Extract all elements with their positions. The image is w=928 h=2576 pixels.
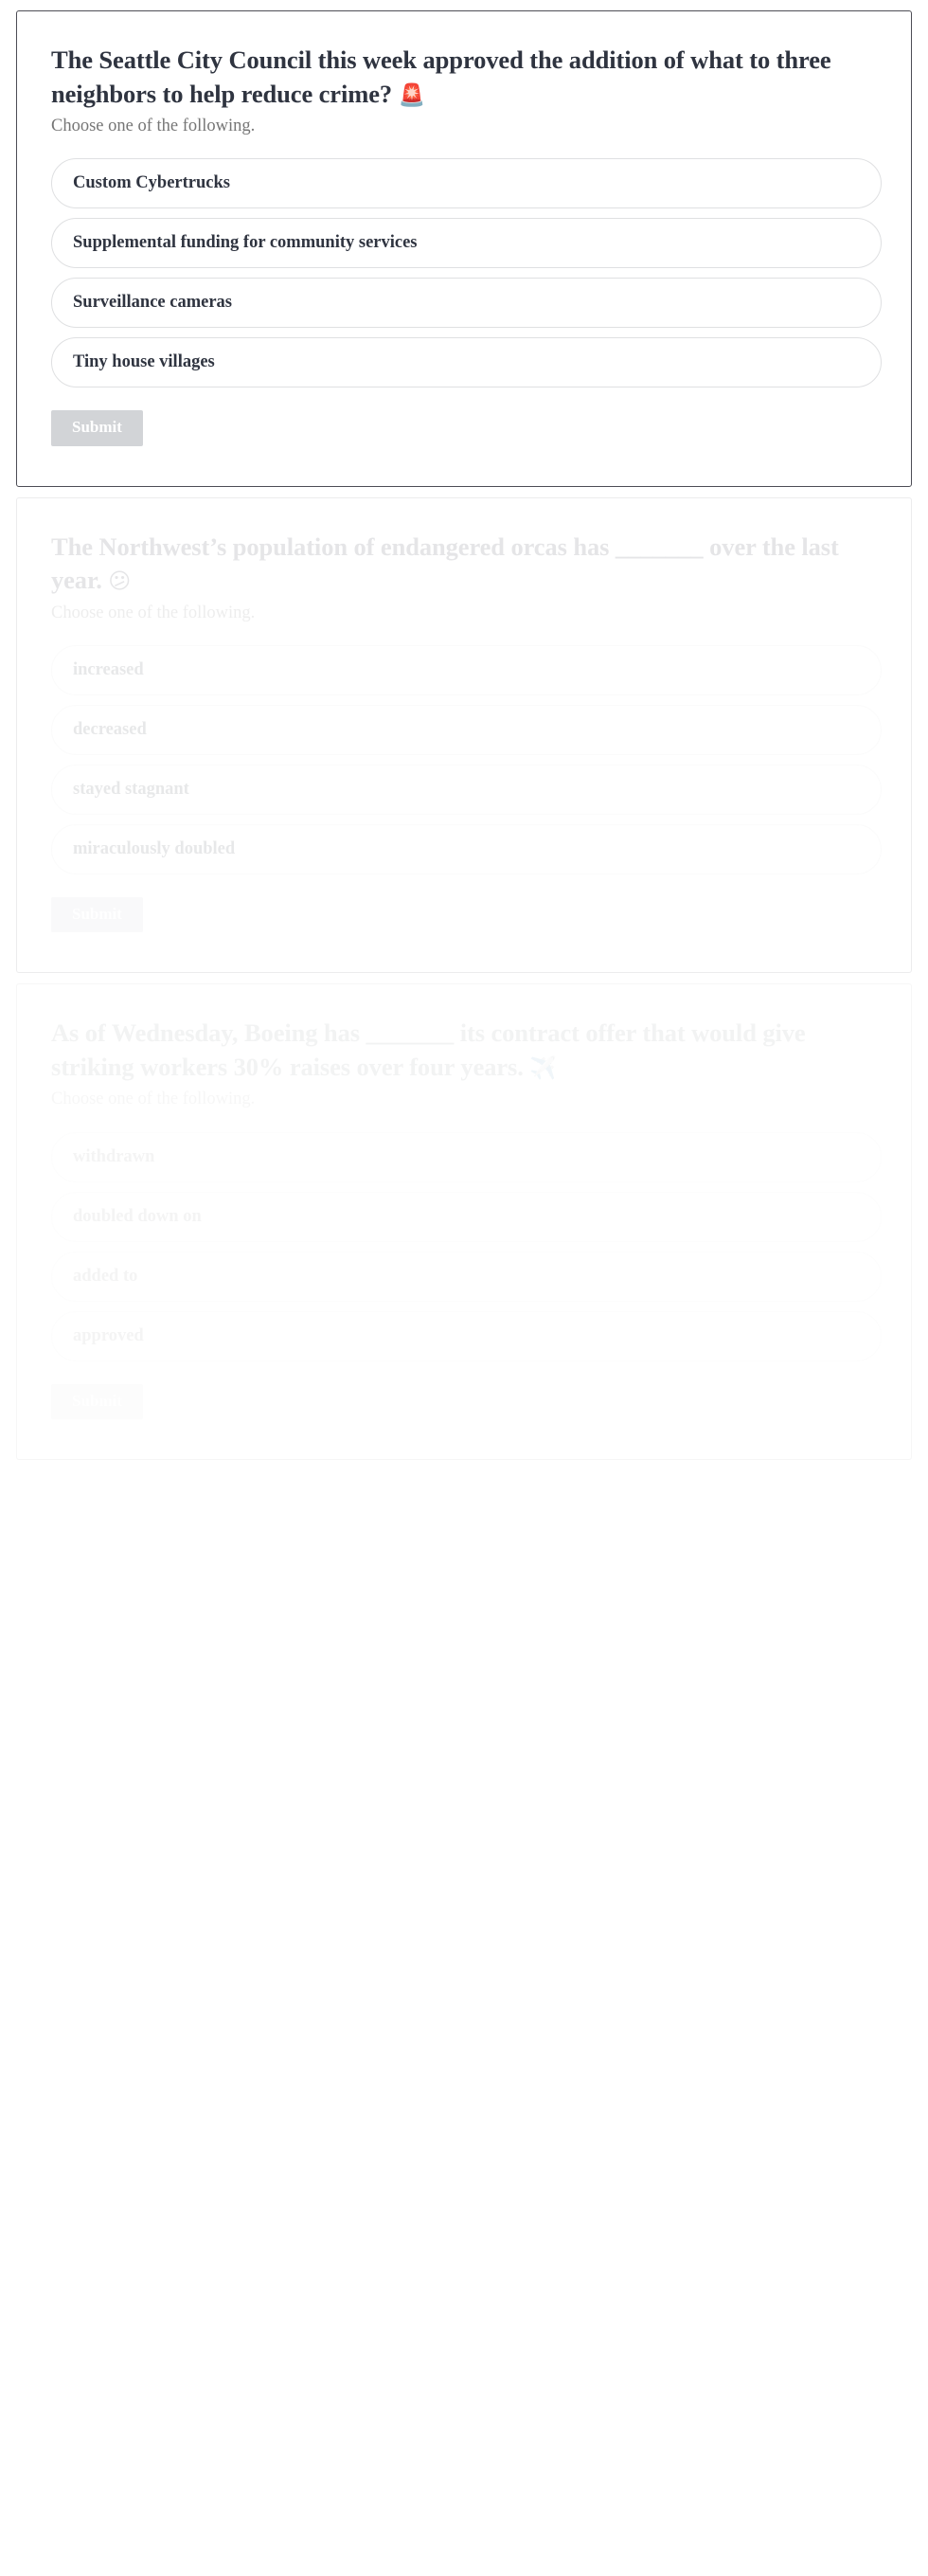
- option-1-3[interactable]: Surveillance cameras: [51, 278, 882, 329]
- options-list-1: Custom Cybertrucks Supplemental funding …: [51, 158, 882, 388]
- option-2-1[interactable]: increased: [51, 644, 882, 695]
- option-label: decreased: [73, 720, 147, 740]
- police-car-light-icon: 🚨: [398, 82, 426, 108]
- option-label: Supplemental funding for community servi…: [73, 233, 418, 253]
- option-label: withdrawn: [73, 1146, 155, 1166]
- question-subtitle-1: Choose one of the following.: [51, 117, 256, 135]
- question-text-1: The Seattle City Council this week appro…: [51, 45, 831, 108]
- question-text-prefix-2: The Northwest’s population of endangered…: [51, 531, 610, 561]
- submit-button-2[interactable]: Submit: [51, 896, 143, 933]
- option-label: increased: [73, 660, 144, 680]
- option-1-2[interactable]: Supplemental funding for community servi…: [51, 218, 882, 269]
- option-label: Tiny house villages: [73, 352, 215, 372]
- option-label: miraculously doubled: [73, 839, 236, 859]
- options-list-3: withdrawn doubled down on added to appro…: [51, 1131, 882, 1361]
- option-label: Custom Cybertrucks: [73, 173, 230, 193]
- question-blank-2: _______: [615, 531, 704, 561]
- quiz-card-2: The Northwest’s population of endangered…: [16, 496, 912, 974]
- option-2-4[interactable]: miraculously doubled: [51, 823, 882, 874]
- option-1-4[interactable]: Tiny house villages: [51, 337, 882, 388]
- quiz-card-3: As of Wednesday, Boeing has _______ its …: [16, 983, 912, 1461]
- option-3-4[interactable]: approved: [51, 1310, 882, 1361]
- option-2-2[interactable]: decreased: [51, 704, 882, 755]
- question-subtitle-2: Choose one of the following.: [51, 603, 256, 622]
- question-title-1: The Seattle City Council this week appro…: [51, 44, 877, 111]
- option-label: doubled down on: [73, 1206, 202, 1226]
- option-3-3[interactable]: added to: [51, 1251, 882, 1302]
- option-label: Surveillance cameras: [73, 293, 232, 313]
- question-text-prefix-3: As of Wednesday, Boeing has: [51, 1018, 360, 1048]
- option-3-1[interactable]: withdrawn: [51, 1131, 882, 1182]
- quiz-card-1: The Seattle City Council this week appro…: [16, 10, 912, 487]
- confused-face-icon: 😕: [108, 569, 132, 595]
- option-1-1[interactable]: Custom Cybertrucks: [51, 158, 882, 209]
- submit-button-3[interactable]: Submit: [51, 1383, 143, 1420]
- option-label: added to: [73, 1266, 138, 1286]
- option-3-2[interactable]: doubled down on: [51, 1191, 882, 1242]
- question-title-3: As of Wednesday, Boeing has _______ its …: [51, 1017, 877, 1084]
- question-subtitle-3: Choose one of the following.: [51, 1090, 256, 1109]
- option-label: approved: [73, 1325, 144, 1345]
- option-label: stayed stagnant: [73, 780, 189, 800]
- options-list-2: increased decreased stayed stagnant mira…: [51, 644, 882, 874]
- submit-button-1[interactable]: Submit: [51, 410, 143, 446]
- airplane-icon: ✈️: [529, 1055, 557, 1081]
- quiz-card-stack: The Seattle City Council this week appro…: [0, 0, 928, 1476]
- option-2-3[interactable]: stayed stagnant: [51, 764, 882, 815]
- question-blank-3: _______: [366, 1018, 455, 1048]
- question-title-2: The Northwest’s population of endangered…: [51, 531, 877, 598]
